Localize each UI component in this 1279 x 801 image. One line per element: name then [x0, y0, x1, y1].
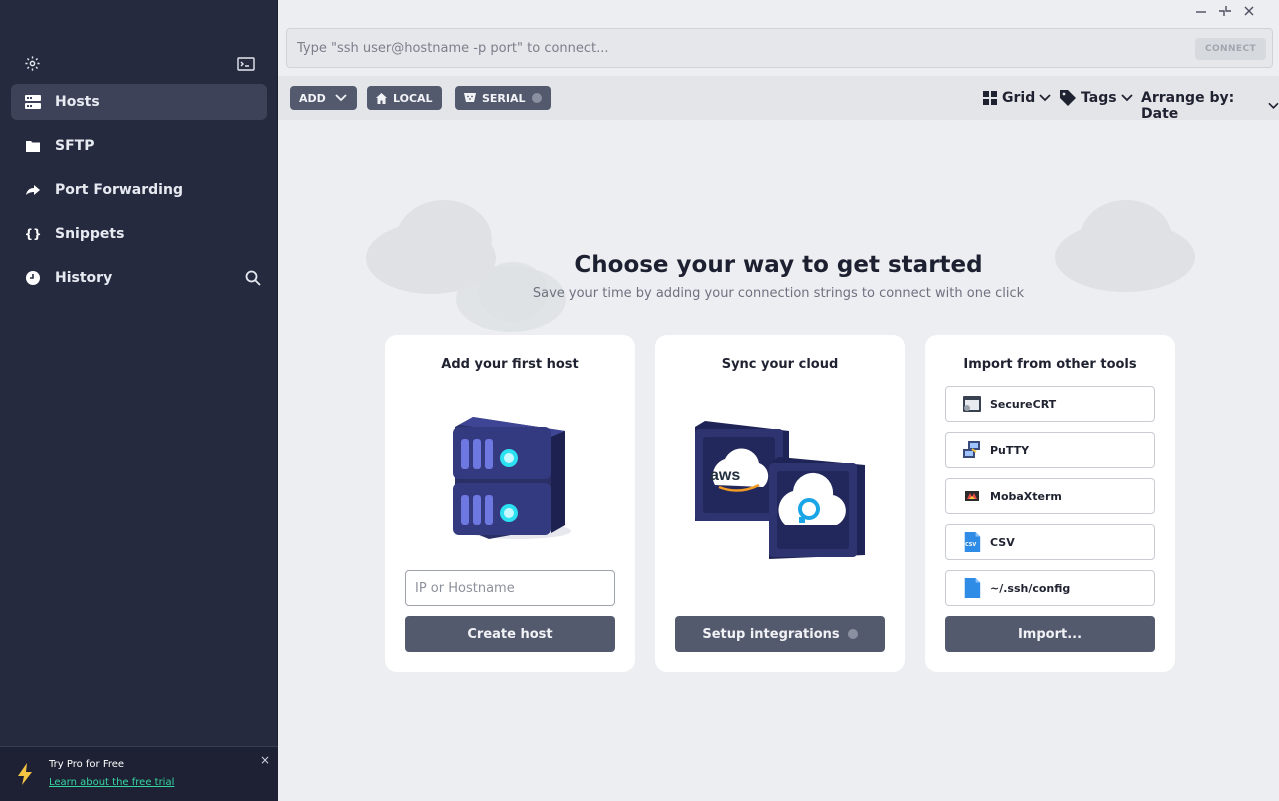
local-label: LOCAL — [393, 91, 433, 105]
house-icon — [376, 92, 387, 104]
csv-badge: CSV — [965, 542, 977, 548]
sidebar-top-icons — [24, 55, 255, 73]
tag-icon — [1060, 90, 1076, 106]
ssh-command-input[interactable] — [297, 38, 1177, 58]
add-host-card: Add your first host Create host — [385, 335, 635, 672]
sidebar-item-hosts[interactable]: Hosts — [11, 84, 267, 120]
view-mode-label: Grid — [1002, 90, 1036, 106]
sidebar-item-sftp[interactable]: SFTP — [11, 128, 267, 164]
port-forward-icon — [25, 182, 41, 198]
create-host-button[interactable]: Create host — [405, 616, 615, 652]
serial-port-icon — [464, 93, 476, 102]
cloud-providers-illustration-icon — [695, 421, 865, 559]
folder-icon — [25, 138, 41, 154]
putty-icon — [963, 441, 980, 458]
chevron-down-icon — [1120, 94, 1133, 102]
settings-gear-icon[interactable] — [24, 55, 41, 72]
aws-label: aws — [710, 467, 741, 484]
card-title: Sync your cloud — [721, 357, 839, 372]
info-icon — [847, 629, 858, 639]
arrange-by-label: Arrange by: Date — [1141, 90, 1235, 122]
terminal-icon[interactable] — [237, 57, 255, 71]
sidebar-item-history[interactable]: History — [11, 260, 267, 296]
import-item-label: CSV — [990, 535, 1015, 549]
restore-icon[interactable] — [1217, 3, 1233, 19]
sidebar-item-label: History — [55, 270, 113, 286]
import-button[interactable]: Import... — [945, 616, 1155, 652]
add-label: ADD — [299, 91, 326, 105]
quick-connect-bar: CONNECT — [286, 28, 1273, 68]
import-ssh-config[interactable]: ~/.ssh/config — [945, 570, 1155, 606]
local-button[interactable]: LOCAL — [367, 86, 442, 110]
search-icon[interactable] — [245, 270, 261, 286]
import-item-label: PuTTY — [990, 443, 1030, 457]
lightning-bolt-icon — [18, 763, 32, 785]
sidebar-item-snippets[interactable]: {} Snippets — [11, 216, 267, 252]
minimize-icon[interactable] — [1193, 3, 1209, 19]
add-button[interactable]: ADD — [290, 86, 357, 110]
import-item-label: ~/.ssh/config — [990, 581, 1071, 595]
chevron-down-icon — [1268, 102, 1279, 109]
chevron-down-icon — [1039, 94, 1051, 102]
sync-cloud-card: Sync your cloud aws Setup integrations — [655, 335, 905, 672]
import-putty[interactable]: PuTTY — [945, 432, 1155, 468]
sidebar-item-label: SFTP — [55, 138, 95, 154]
import-mobaxterm[interactable]: MobaXterm — [945, 478, 1155, 514]
page-subtitle: Save your time by adding your connection… — [532, 286, 1025, 301]
card-title: Add your first host — [441, 357, 579, 372]
sidebar-item-label: Snippets — [55, 226, 125, 242]
close-window-icon[interactable] — [1241, 3, 1257, 19]
connect-button[interactable]: CONNECT — [1194, 38, 1266, 60]
tags-label: Tags — [1081, 90, 1117, 106]
import-card: Import from other tools SecureCRT PuTTY … — [925, 335, 1175, 672]
sidebar-item-label: Hosts — [55, 94, 100, 110]
import-item-label: SecureCRT — [990, 397, 1057, 411]
sidebar: Hosts SFTP Port Forwarding {} Snippets H… — [0, 0, 278, 801]
sidebar-item-label: Port Forwarding — [55, 182, 183, 198]
import-csv[interactable]: CSV CSV — [945, 524, 1155, 560]
info-icon — [531, 93, 542, 103]
free-trial-link[interactable]: Learn about the free trial — [49, 777, 174, 788]
tags-dropdown[interactable]: Tags — [1060, 90, 1133, 106]
setup-integrations-button[interactable]: Setup integrations — [675, 616, 885, 652]
view-mode-dropdown[interactable]: Grid — [983, 90, 1051, 106]
config-file-icon — [964, 578, 981, 598]
main-area: CONNECT ADD LOCAL SERIAL Grid Tags Arran… — [278, 0, 1279, 801]
hosts-icon — [25, 94, 41, 110]
serial-button[interactable]: SERIAL — [455, 86, 551, 110]
close-icon[interactable]: × — [260, 753, 270, 767]
hosts-toolbar: ADD LOCAL SERIAL Grid Tags Arrange by: D… — [278, 76, 1279, 122]
pro-trial-banner: Try Pro for Free Learn about the free tr… — [0, 746, 278, 801]
hostname-input[interactable] — [405, 570, 615, 606]
sidebar-nav: Hosts SFTP Port Forwarding {} Snippets H… — [11, 84, 267, 304]
grid-icon — [983, 91, 997, 105]
card-title: Import from other tools — [963, 357, 1137, 372]
window-controls — [1189, 0, 1279, 24]
mobaxterm-icon — [965, 491, 979, 501]
promo-title: Try Pro for Free — [49, 759, 125, 770]
arrange-by-dropdown[interactable]: Arrange by: Date — [1141, 90, 1279, 122]
page-title: Choose your way to get started — [574, 252, 983, 278]
braces-icon: {} — [24, 227, 42, 241]
button-label: Setup integrations — [702, 626, 840, 642]
serial-label: SERIAL — [482, 91, 526, 105]
server-illustration-icon — [453, 417, 571, 539]
chevron-down-icon — [335, 94, 347, 102]
import-item-label: MobaXterm — [990, 489, 1062, 503]
clock-icon — [25, 270, 41, 286]
import-securecrt[interactable]: SecureCRT — [945, 386, 1155, 422]
securecrt-icon — [963, 396, 981, 412]
sidebar-item-port-forwarding[interactable]: Port Forwarding — [11, 172, 267, 208]
